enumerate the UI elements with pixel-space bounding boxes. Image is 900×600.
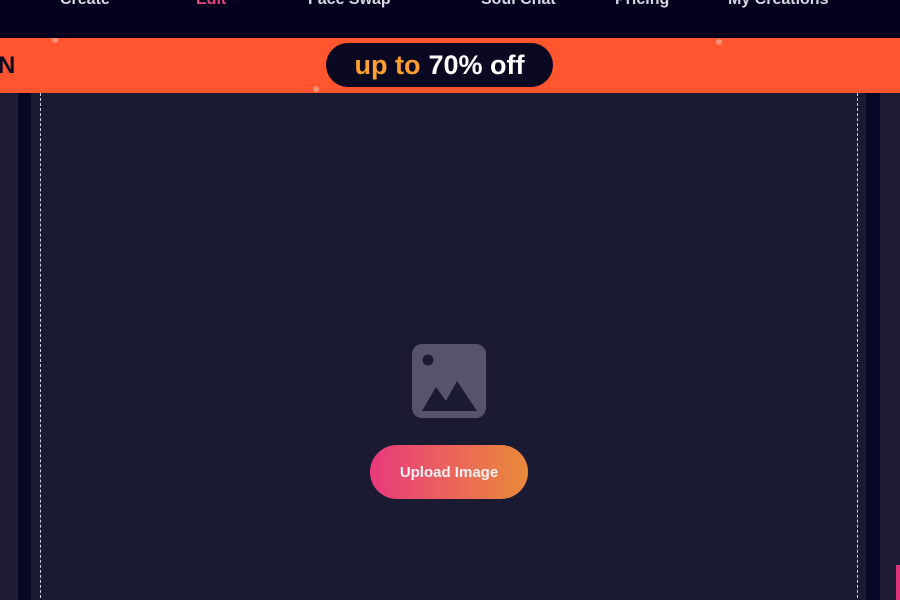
nav-item-pricing[interactable]: Pricing (615, 0, 669, 9)
app-page: Create Edit Face Swap Soul Chat Pricing … (0, 0, 900, 600)
nav-item-edit[interactable]: Edit (196, 0, 226, 9)
promo-banner[interactable]: N up to 70% off (0, 38, 900, 93)
sparkle-decoration (716, 39, 722, 45)
promo-prefix: up to (354, 49, 421, 80)
upload-image-button[interactable]: Upload Image (370, 445, 528, 499)
banner-left-text: N (0, 52, 17, 79)
right-accent-bar (896, 565, 900, 600)
promo-pill[interactable]: up to 70% off (326, 43, 553, 87)
image-placeholder-icon (412, 344, 486, 418)
right-column-border (866, 93, 880, 600)
top-nav: Create Edit Face Swap Soul Chat Pricing … (0, 0, 900, 38)
sparkle-decoration (52, 38, 58, 43)
nav-item-soul-chat[interactable]: Soul Chat (481, 0, 556, 9)
promo-value: 70% off (428, 49, 525, 80)
left-side-strip (0, 93, 18, 600)
sparkle-decoration (313, 86, 319, 92)
right-side-strip (880, 93, 900, 600)
nav-item-my-creations[interactable]: My Creations (728, 0, 828, 9)
nav-item-face-swap[interactable]: Face Swap (308, 0, 391, 9)
nav-item-create[interactable]: Create (60, 0, 110, 9)
left-column-border (18, 93, 31, 600)
